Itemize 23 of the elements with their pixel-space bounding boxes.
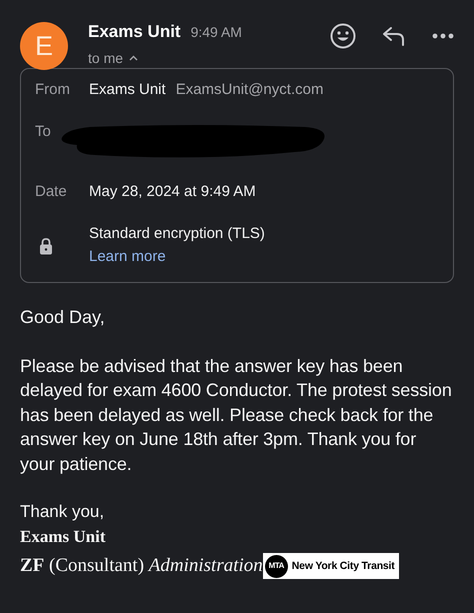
closing-text: Thank you,: [20, 501, 106, 523]
avatar: E: [20, 22, 68, 70]
recipient-label[interactable]: to me: [88, 50, 124, 66]
signature-name: Exams Unit: [20, 526, 106, 548]
reply-icon[interactable]: [382, 26, 406, 46]
transit-logo: MTA New York City Transit: [262, 553, 399, 579]
caret-icon[interactable]: [129, 55, 138, 61]
signature-line: ZF (Consultant) Administration: [20, 554, 263, 578]
more-icon[interactable]: [432, 33, 454, 39]
field-label: To: [34, 123, 52, 140]
sender-address: ExamsUnit@nyct.com: [176, 81, 324, 98]
field-label: From: [34, 81, 71, 98]
greeting: Good Day,: [20, 306, 106, 329]
encryption-text: Standard encryption (TLS): [89, 225, 265, 242]
message-paragraph: Please be advised that the answer key has been delayed for exam 4600 Conductor. The protest session has been delayed as well. Please check back for the answer key on June 18th after 3pm. Thank you for your patience.: [20, 354, 453, 476]
sender-name: Exams Unit: [88, 22, 181, 42]
lock-icon: [39, 236, 53, 254]
field-label: Date: [34, 183, 68, 200]
sent-time: 9:49 AM: [190, 24, 242, 40]
emoji-icon[interactable]: [330, 23, 356, 49]
date-value: May 28, 2024 at 9:49 AM: [89, 183, 256, 200]
sender-name: Exams Unit: [89, 81, 166, 98]
learn-more-link[interactable]: Learn more: [89, 248, 166, 265]
